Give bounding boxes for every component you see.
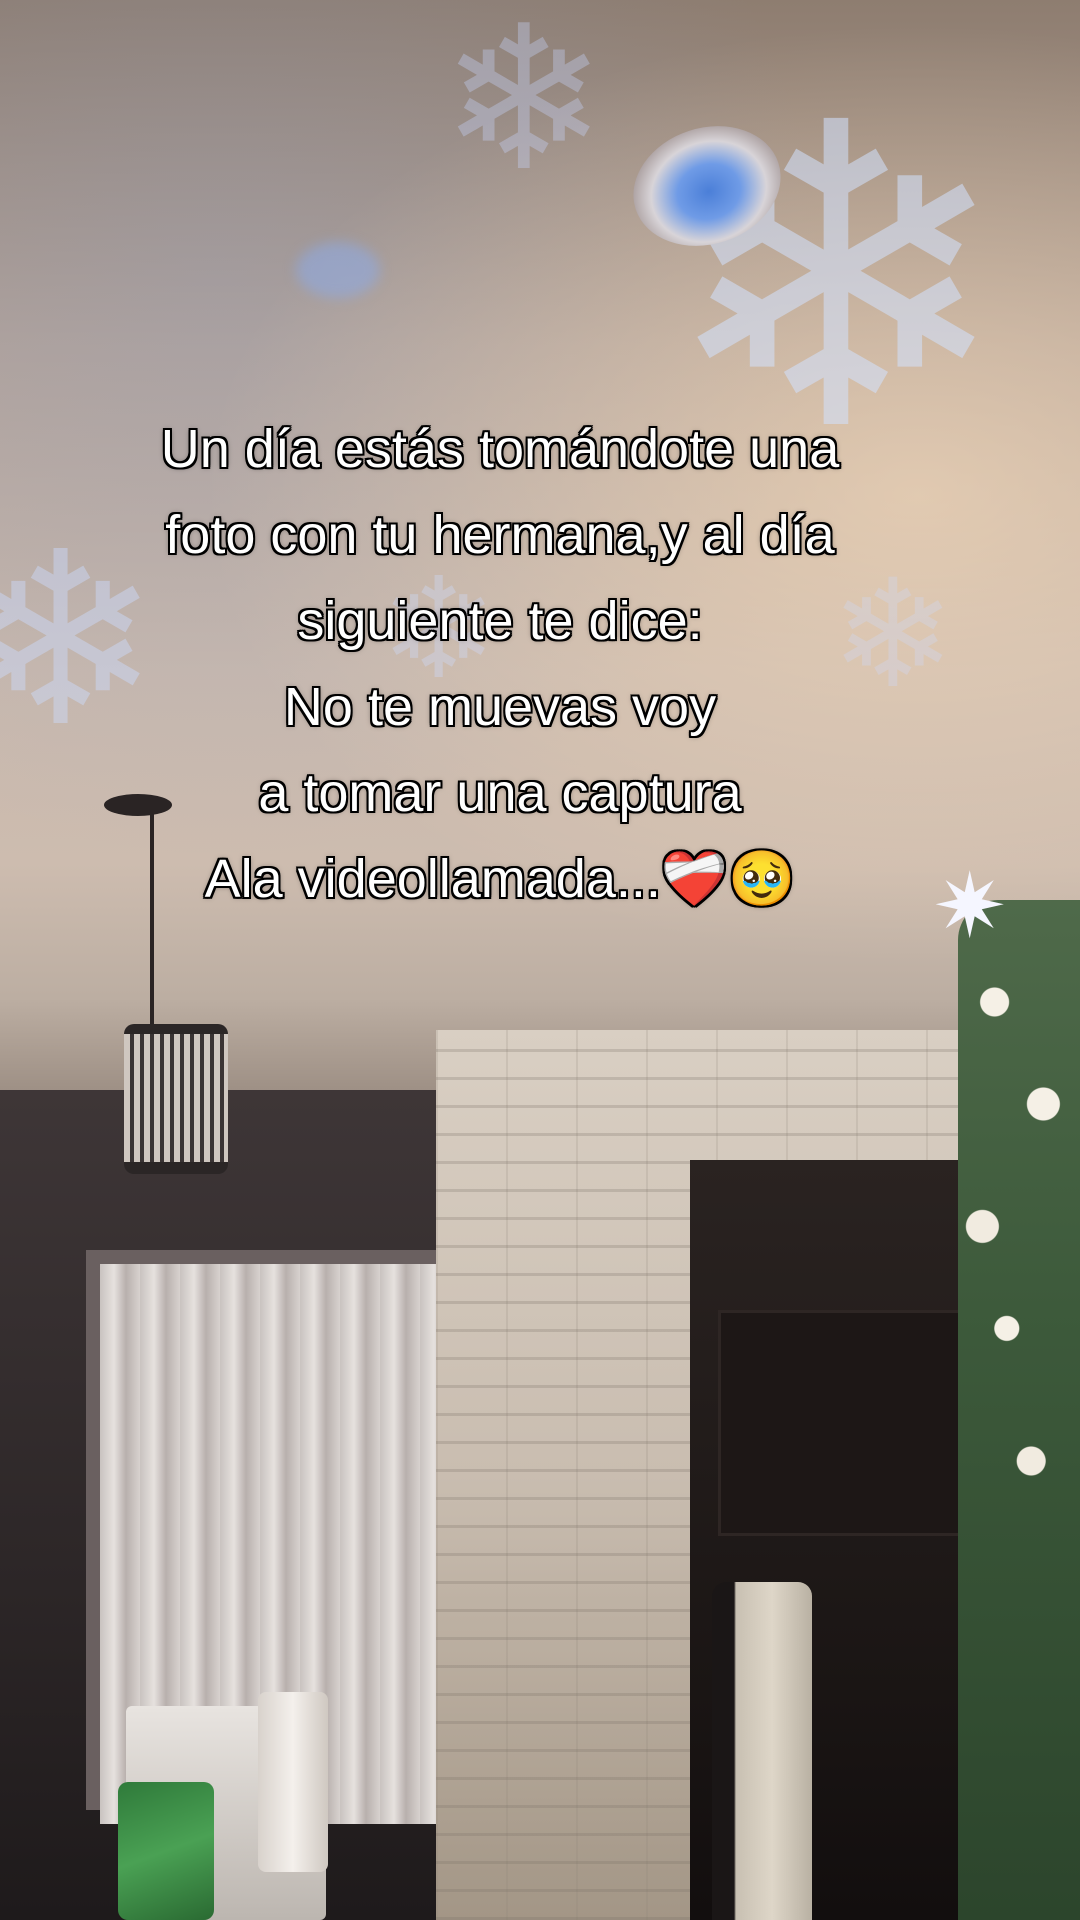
caption-line: Un día estás tomándote una (160, 419, 840, 479)
caption-text: Ala videollamada... (204, 849, 661, 909)
video-caption: Un día estás tomándote una foto con tu h… (0, 406, 1000, 922)
caption-line: a tomar una captura (258, 763, 742, 823)
paper-towel-roll (258, 1692, 328, 1872)
caption-line: foto con tu hermana,y al día (165, 505, 835, 565)
pendant-lamp (124, 1024, 228, 1174)
christmas-tree (958, 900, 1080, 1920)
caption-line: siguiente te dice: (297, 591, 703, 651)
video-frame: ❄ ❄ ❄ ❄ ❄ ✷ Un día estás tomándote una f… (0, 0, 1080, 1920)
heart-and-teary-face-icon: ❤️‍🩹🥹 (660, 847, 796, 910)
caption-line: No te muevas voy (283, 677, 717, 737)
projection-light-spot (296, 242, 380, 298)
snack-bag (118, 1782, 214, 1920)
caption-line-last: Ala videollamada...❤️‍🩹🥹 (0, 836, 1000, 922)
dining-chair (712, 1582, 812, 1920)
